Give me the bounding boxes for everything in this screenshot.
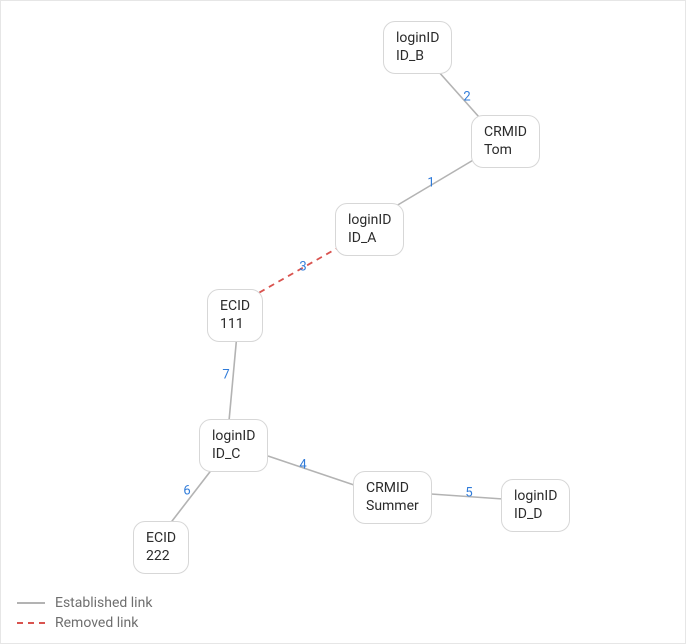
edge-5-label: 5 xyxy=(465,486,472,501)
node-value: 222 xyxy=(146,548,176,566)
node-value: ID_C xyxy=(212,446,255,464)
links-layer xyxy=(1,1,686,644)
edge-2-line xyxy=(438,71,479,117)
edge-1-line xyxy=(391,159,475,209)
node-crmid-tom[interactable]: CRMID Tom xyxy=(471,115,540,168)
node-value: ID_B xyxy=(396,48,439,66)
node-value: Summer xyxy=(366,498,419,516)
node-crmid-summer[interactable]: CRMID Summer xyxy=(353,471,432,524)
legend-removed-label: Removed link xyxy=(55,615,138,631)
node-ecid-111[interactable]: ECID 111 xyxy=(207,289,263,342)
edge-4-label: 4 xyxy=(299,458,306,473)
node-type: loginID xyxy=(348,212,391,230)
legend-removed: Removed link xyxy=(17,615,152,631)
node-type: loginID xyxy=(514,488,557,506)
node-type: CRMID xyxy=(366,480,419,498)
node-loginid-c[interactable]: loginID ID_C xyxy=(199,419,268,472)
edge-6-line xyxy=(169,464,216,525)
node-value: ID_D xyxy=(514,506,557,524)
node-loginid-d[interactable]: loginID ID_D xyxy=(501,479,570,532)
identity-graph-canvas: 2 1 3 7 4 5 6 loginID ID_B CRMID Tom log… xyxy=(0,0,686,644)
node-value: Tom xyxy=(484,142,527,160)
edge-7-label: 7 xyxy=(222,368,229,383)
node-value: ID_A xyxy=(348,230,391,248)
node-loginid-a[interactable]: loginID ID_A xyxy=(335,203,404,256)
legend-established: Established link xyxy=(17,595,152,611)
edge-2-label: 2 xyxy=(463,90,470,105)
edge-6-label: 6 xyxy=(183,484,190,499)
edge-1-label: 1 xyxy=(427,176,434,191)
legend-removed-swatch xyxy=(17,622,45,624)
legend-established-swatch xyxy=(17,602,45,604)
edge-5-line xyxy=(431,494,503,499)
edge-4-line xyxy=(268,456,357,486)
legend: Established link Removed link xyxy=(17,591,152,631)
edge-7-line xyxy=(229,334,237,421)
edge-3-line xyxy=(255,246,341,295)
node-type: loginID xyxy=(212,428,255,446)
node-type: loginID xyxy=(396,30,439,48)
legend-established-label: Established link xyxy=(55,595,152,611)
edge-3-label: 3 xyxy=(299,260,306,275)
node-value: 111 xyxy=(220,316,250,334)
node-type: ECID xyxy=(220,298,250,316)
node-type: CRMID xyxy=(484,124,527,142)
node-ecid-222[interactable]: ECID 222 xyxy=(133,521,189,574)
node-type: ECID xyxy=(146,530,176,548)
node-loginid-b[interactable]: loginID ID_B xyxy=(383,21,452,74)
